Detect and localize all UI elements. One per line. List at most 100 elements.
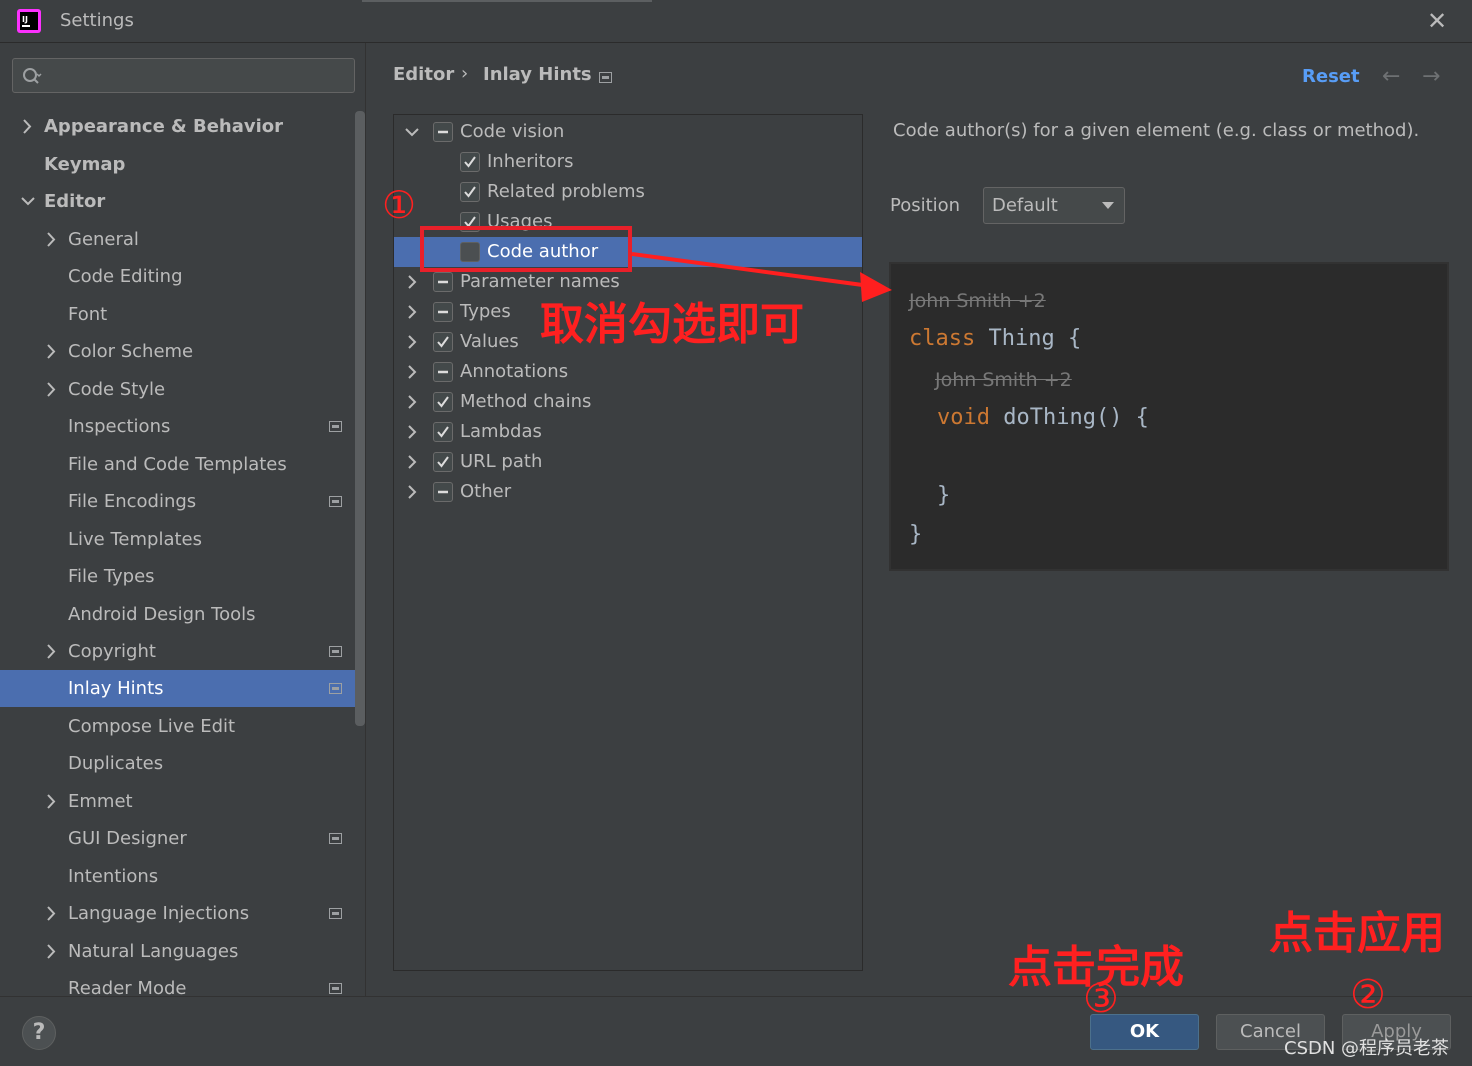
hint-row-related-problems[interactable]: Related problems [394, 177, 862, 207]
hint-label: Inheritors [487, 151, 574, 172]
checkbox-partial-icon[interactable] [433, 482, 453, 502]
checkbox-checked-icon[interactable] [460, 152, 480, 172]
chevron-right-icon[interactable] [44, 371, 60, 408]
sidebar-item-language-injections[interactable]: Language Injections [0, 895, 354, 932]
method-declaration: doThing() { [989, 405, 1149, 430]
sidebar-scrollbar[interactable] [355, 111, 365, 726]
chevron-right-icon[interactable] [44, 895, 60, 932]
chevron-right-icon[interactable] [405, 304, 419, 320]
sidebar-item-intentions[interactable]: Intentions [0, 858, 354, 895]
sidebar-item-label: Appearance & Behavior [44, 116, 284, 137]
void-keyword: void [937, 405, 990, 430]
sidebar-item-label: Intentions [68, 866, 159, 887]
sidebar-item-editor[interactable]: Editor [0, 183, 354, 220]
checkbox-checked-icon[interactable] [433, 332, 453, 352]
sidebar-item-live-templates[interactable]: Live Templates [0, 521, 354, 558]
hint-label: Annotations [460, 361, 569, 382]
chevron-right-icon[interactable] [20, 108, 36, 145]
close-window-icon[interactable]: ✕ [1424, 8, 1450, 34]
position-dropdown[interactable]: Default [983, 187, 1125, 224]
closing-brace: } [909, 522, 923, 547]
sidebar-item-inlay-hints[interactable]: Inlay Hints [0, 670, 365, 707]
chevron-right-icon[interactable] [44, 933, 60, 970]
chevron-down-icon[interactable] [405, 124, 419, 140]
sidebar-item-label: General [68, 229, 139, 250]
chevron-right-icon[interactable] [44, 333, 60, 370]
annotation-step-2: ② [1350, 972, 1386, 1018]
position-dropdown-value: Default [992, 195, 1058, 216]
checkbox-partial-icon[interactable] [433, 362, 453, 382]
svg-text:IJ: IJ [22, 15, 28, 24]
chevron-right-icon[interactable] [405, 394, 419, 410]
sidebar-item-file-code-templates[interactable]: File and Code Templates [0, 446, 354, 483]
chevron-right-icon[interactable] [405, 364, 419, 380]
chevron-right-icon[interactable] [44, 633, 60, 670]
checkbox-partial-icon[interactable] [433, 272, 453, 292]
class-keyword: class [909, 326, 976, 351]
sidebar-item-label: File Encodings [68, 491, 197, 512]
forward-arrow-icon[interactable]: → [1422, 64, 1440, 89]
sidebar-item-copyright[interactable]: Copyright [0, 633, 354, 670]
annotation-apply-note: 点击应用 [1269, 908, 1445, 959]
preview-line: John Smith +2 [935, 367, 1072, 392]
sidebar-item-reader-mode[interactable]: Reader Mode [0, 970, 354, 996]
sidebar-item-duplicates[interactable]: Duplicates [0, 745, 354, 782]
sidebar-item-natural-languages[interactable]: Natural Languages [0, 933, 354, 970]
hint-row-lambdas[interactable]: Lambdas [394, 417, 862, 447]
project-scope-icon [329, 908, 342, 919]
sidebar-item-label: Live Templates [68, 529, 202, 550]
chevron-right-icon[interactable] [44, 221, 60, 258]
chevron-right-icon[interactable] [405, 334, 419, 350]
hint-row-other[interactable]: Other [394, 477, 862, 507]
sidebar-item-compose-live-edit[interactable]: Compose Live Edit [0, 708, 354, 745]
sidebar-item-label: Copyright [68, 641, 156, 662]
sidebar-item-inspections[interactable]: Inspections [0, 408, 354, 445]
reset-link[interactable]: Reset [1302, 66, 1360, 87]
sidebar-item-general[interactable]: General [0, 221, 354, 258]
checkbox-checked-icon[interactable] [433, 422, 453, 442]
sidebar-item-emmet[interactable]: Emmet [0, 783, 354, 820]
sidebar-item-code-style[interactable]: Code Style [0, 371, 354, 408]
project-scope-icon [329, 646, 342, 657]
checkbox-checked-icon[interactable] [460, 182, 480, 202]
back-arrow-icon[interactable]: ← [1382, 64, 1400, 89]
sidebar-item-label: GUI Designer [68, 828, 187, 849]
sidebar-item-keymap[interactable]: Keymap [0, 146, 354, 183]
help-button[interactable]: ? [22, 1016, 56, 1050]
preview-line: void doThing() { [937, 405, 1149, 430]
sidebar-item-color-scheme[interactable]: Color Scheme [0, 333, 354, 370]
sidebar-item-label: Reader Mode [68, 978, 187, 996]
sidebar-item-file-encodings[interactable]: File Encodings [0, 483, 354, 520]
chevron-right-icon[interactable] [405, 274, 419, 290]
chevron-right-icon[interactable] [405, 424, 419, 440]
intellij-app-icon: IJ [17, 9, 41, 33]
chevron-right-icon[interactable] [405, 484, 419, 500]
hint-row-method-chains[interactable]: Method chains [394, 387, 862, 417]
code-preview: John Smith +2 class Thing { John Smith +… [889, 262, 1449, 571]
chevron-right-icon[interactable] [405, 454, 419, 470]
sidebar-item-code-editing[interactable]: Code Editing [0, 258, 354, 295]
sidebar-item-android-design-tools[interactable]: Android Design Tools [0, 596, 354, 633]
sidebar-item-file-types[interactable]: File Types [0, 558, 354, 595]
sidebar-item-font[interactable]: Font [0, 296, 354, 333]
sidebar-item-gui-designer[interactable]: GUI Designer [0, 820, 354, 857]
checkbox-partial-icon[interactable] [433, 122, 453, 142]
hint-row-url-path[interactable]: URL path [394, 447, 862, 477]
hint-row-annotations[interactable]: Annotations [394, 357, 862, 387]
breadcrumb-editor[interactable]: Editor [393, 64, 454, 85]
settings-search-input[interactable] [12, 58, 355, 93]
preview-line: } [909, 522, 922, 547]
checkbox-checked-icon[interactable] [433, 392, 453, 412]
hint-label: Related problems [487, 181, 645, 202]
chevron-down-icon[interactable] [20, 183, 36, 220]
hint-row-inheritors[interactable]: Inheritors [394, 147, 862, 177]
sidebar-item-label: Natural Languages [68, 941, 239, 962]
hint-label: Method chains [460, 391, 592, 412]
checkbox-checked-icon[interactable] [433, 452, 453, 472]
sidebar-item-label: Code Editing [68, 266, 183, 287]
project-scope-icon [329, 496, 342, 507]
chevron-right-icon[interactable] [44, 783, 60, 820]
checkbox-partial-icon[interactable] [433, 302, 453, 322]
sidebar-item-appearance-behavior[interactable]: Appearance & Behavior [0, 108, 354, 145]
hint-row-code-vision[interactable]: Code vision [394, 117, 862, 147]
